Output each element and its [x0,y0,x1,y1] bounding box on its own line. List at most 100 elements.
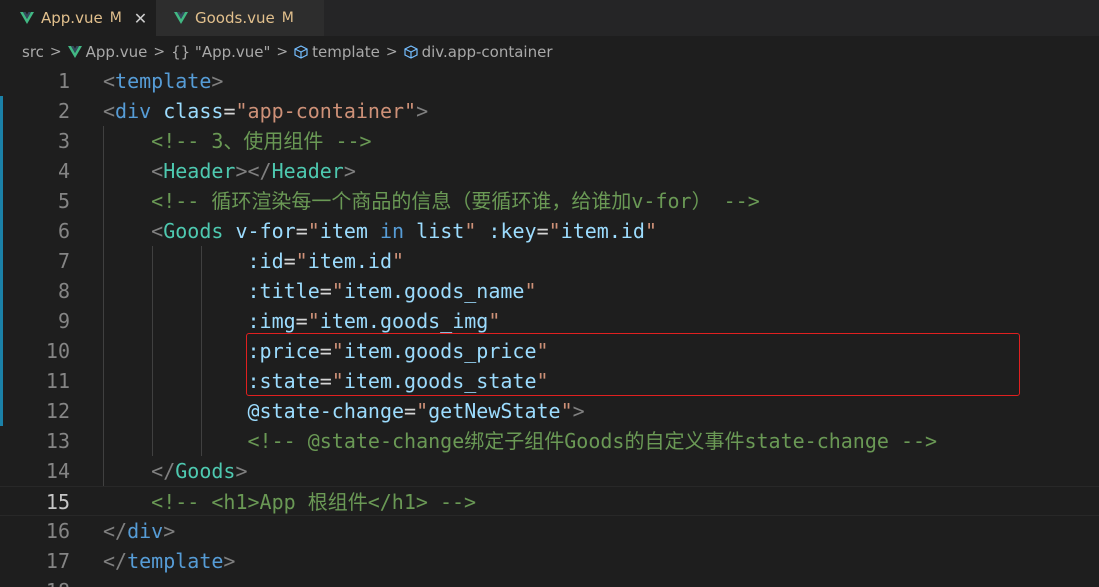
code-token: item.goods_name [343,279,525,303]
line-number: 2 [57,99,70,123]
code-token: </ [103,549,128,573]
code-token: " [548,219,561,243]
code-token: > [235,459,248,483]
code-token: > [572,399,585,423]
code-editor[interactable]: 1 <template> 2 <div class="app-container"> 3… [0,66,1099,587]
code-token: template [115,69,212,93]
breadcrumb-item-module[interactable]: {} "App.vue" [171,43,270,61]
close-icon[interactable]: ✕ [134,9,147,28]
code-line[interactable]: 4 <Header></Header> [0,156,1099,186]
code-token: " [560,399,573,423]
code-line[interactable]: 18 [0,576,1099,587]
breadcrumb-item-template[interactable]: template [312,43,380,61]
code-token: = [536,219,549,243]
code-token: < [151,219,164,243]
chevron-right-icon: > [276,44,289,60]
code-line[interactable]: 12 @state-change="getNewState"> [0,396,1099,426]
code-line[interactable]: 17 </template> [0,546,1099,576]
code-content: <template> [103,66,223,96]
line-number: 15 [45,490,70,514]
highlight-annotation-box [246,333,1020,396]
line-number: 6 [57,219,70,243]
tab-app-vue[interactable]: App.vue M ✕ [0,0,156,36]
code-content: @state-change="getNewState"> [103,396,585,426]
line-number: 3 [57,129,70,153]
code-token: </ [151,459,176,483]
element-cube-icon [294,45,308,59]
code-token: "app-container" [235,99,417,123]
code-line[interactable]: 14 </Goods> [0,456,1099,486]
code-line[interactable]: 2 <div class="app-container"> [0,96,1099,126]
code-content: <!-- @state-change绑定子组件Goods的自定义事件state-… [103,426,938,456]
editor-tab-bar: App.vue M ✕ Goods.vue M [0,0,1099,36]
code-token: < [103,69,116,93]
code-line[interactable]: 13 <!-- @state-change绑定子组件Goods的自定义事件sta… [0,426,1099,456]
code-line[interactable]: 3 <!-- 3、使用组件 --> [0,126,1099,156]
code-line[interactable]: 6 <Goods v-for="item in list" :key="item… [0,216,1099,246]
code-token: > [343,159,356,183]
code-line[interactable]: 16 </div> [0,516,1099,546]
breadcrumb-item-div-app-container[interactable]: div.app-container [422,43,553,61]
code-content: <!-- <h1>App 根组件</h1> --> [103,487,476,517]
code-token: v-for [235,219,296,243]
code-token: " [416,399,429,423]
code-token: :img [247,309,296,333]
breadcrumb-item-app-vue[interactable]: App.vue [86,43,148,61]
code-token: </ [103,519,128,543]
tab-label: Goods.vue [195,9,275,27]
code-token: in [380,219,405,243]
code-token: < [103,99,116,123]
code-line[interactable]: 7 :id="item.id" [0,246,1099,276]
code-token: Goods [175,459,236,483]
code-token: getNewState [428,399,561,423]
code-line[interactable]: 15 <!-- <h1>App 根组件</h1> --> [0,486,1099,516]
code-line[interactable]: 5 <!-- 循环渲染每一个商品的信息（要循环谁，给谁加v-for） --> [0,186,1099,216]
code-token: @state-change [247,399,405,423]
code-token: " [524,279,537,303]
code-token: <!-- <h1>App 根组件</h1> --> [151,490,477,514]
tab-modified-badge: M [281,10,294,26]
code-token: ></ [235,159,272,183]
code-content: </Goods> [103,456,248,486]
code-token: item [319,219,368,243]
vue-file-icon [20,12,34,24]
breadcrumb-item-src[interactable]: src [22,43,44,61]
chevron-right-icon: > [153,44,166,60]
code-content: <!-- 循环渲染每一个商品的信息（要循环谁，给谁加v-for） --> [103,186,760,216]
code-content: <Header></Header> [103,156,356,186]
code-token: item.id [560,219,645,243]
line-number: 4 [57,159,70,183]
code-token: item.goods_img [319,309,489,333]
chevron-right-icon: > [49,44,62,60]
code-token: <!-- 3、使用组件 --> [151,129,372,153]
code-token: <!-- 循环渲染每一个商品的信息（要循环谁，给谁加v-for） --> [151,189,760,213]
line-number: 10 [45,339,70,363]
code-token: > [163,519,176,543]
tab-goods-vue[interactable]: Goods.vue M [156,0,324,36]
code-token: " [295,249,308,273]
line-number: 18 [0,576,70,587]
line-number: 17 [45,549,70,573]
code-token: " [392,249,405,273]
code-token: template [127,549,224,573]
code-line[interactable]: 8 :title="item.goods_name" [0,276,1099,306]
code-line[interactable]: 9 :img="item.goods_img" [0,306,1099,336]
code-token: = [295,219,308,243]
code-line[interactable]: 1 <template> [0,66,1099,96]
code-content: :img="item.goods_img" [103,306,501,336]
code-content: <div class="app-container"> [103,96,428,126]
code-token: > [416,99,429,123]
line-number: 5 [57,189,70,213]
code-token: :id [247,249,284,273]
element-cube-icon [403,45,418,59]
